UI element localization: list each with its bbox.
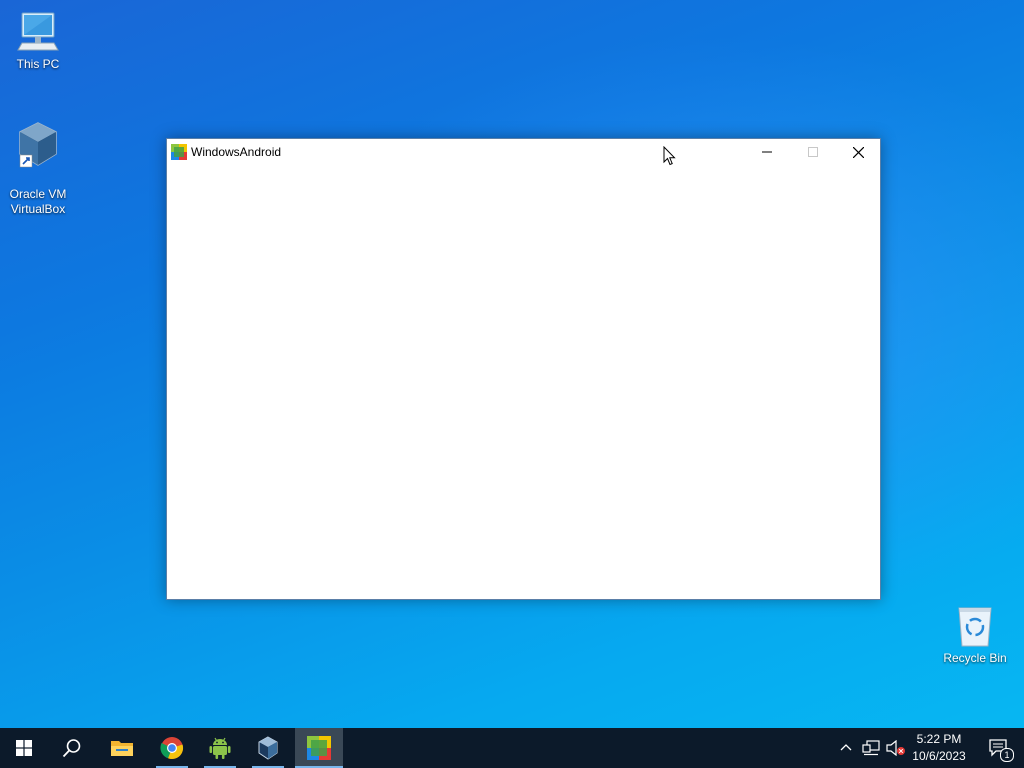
clock-time: 5:22 PM	[916, 732, 962, 746]
action-center-button[interactable]: 1	[978, 728, 1018, 768]
window-title: WindowsAndroid	[191, 145, 282, 159]
start-button[interactable]	[0, 728, 48, 768]
folder-icon	[111, 741, 133, 756]
desktop-icon-recycle-bin[interactable]: Recycle Bin	[937, 602, 1013, 666]
recycle-bin-icon	[958, 607, 992, 647]
chrome-icon	[160, 737, 184, 759]
windowsandroid-button[interactable]	[295, 728, 343, 768]
minimize-icon	[762, 151, 772, 153]
desktop-icon-label: Oracle VM VirtualBox	[9, 187, 67, 216]
maximize-icon	[808, 147, 818, 157]
windows-logo-icon	[16, 740, 32, 756]
virtualbox-button[interactable]	[244, 728, 292, 768]
taskbar: 5:22 PM 10/6/2023 1	[0, 728, 1024, 768]
app-window[interactable]: WindowsAndroid	[166, 138, 881, 600]
virtualbox-icon	[258, 736, 278, 760]
desktop-icon-virtualbox[interactable]: Oracle VM VirtualBox	[0, 106, 76, 217]
windowsandroid-app-icon	[171, 144, 187, 160]
minimize-button[interactable]	[744, 139, 790, 165]
desktop: This PC Oracle VM VirtualBox Recycle Bin	[0, 0, 1024, 728]
file-explorer-button[interactable]	[98, 728, 146, 768]
volume-muted-icon[interactable]	[886, 740, 906, 756]
windowsandroid-app-icon	[307, 736, 331, 760]
close-icon	[852, 146, 864, 158]
title-bar[interactable]: WindowsAndroid	[167, 139, 880, 165]
android-app-button[interactable]	[196, 728, 244, 768]
virtualbox-icon	[19, 122, 57, 168]
computer-icon	[17, 12, 59, 51]
maximize-button[interactable]	[790, 139, 836, 165]
clock-date: 10/6/2023	[912, 749, 966, 763]
android-icon	[209, 737, 231, 759]
chevron-up-icon[interactable]	[840, 742, 852, 752]
network-icon[interactable]	[862, 740, 880, 756]
close-button[interactable]	[835, 139, 881, 165]
window-content-area[interactable]	[167, 165, 880, 599]
search-icon	[62, 739, 81, 758]
mouse-cursor-icon	[663, 146, 676, 166]
search-button[interactable]	[48, 728, 96, 768]
desktop-icon-this-pc[interactable]: This PC	[0, 10, 76, 72]
chrome-button[interactable]	[148, 728, 196, 768]
notification-count-badge: 1	[1000, 748, 1014, 762]
clock[interactable]: 5:22 PM 10/6/2023	[906, 731, 972, 765]
desktop-icon-label: This PC	[16, 57, 60, 71]
desktop-icon-label: Recycle Bin	[943, 651, 1007, 665]
